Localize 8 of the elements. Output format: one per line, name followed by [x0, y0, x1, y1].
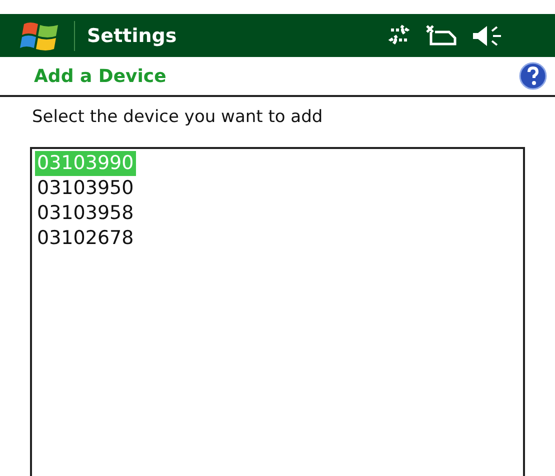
help-icon[interactable]	[519, 62, 547, 90]
page-title: Add a Device	[34, 66, 166, 86]
device-item[interactable]: 03103958	[35, 201, 136, 226]
instruction-text: Select the device you want to add	[31, 106, 324, 127]
antenna-off-icon[interactable]	[425, 24, 459, 48]
window-title: Settings	[87, 24, 177, 46]
device-item[interactable]: 03102678	[35, 226, 136, 251]
device-item[interactable]: 03103950	[35, 176, 136, 201]
